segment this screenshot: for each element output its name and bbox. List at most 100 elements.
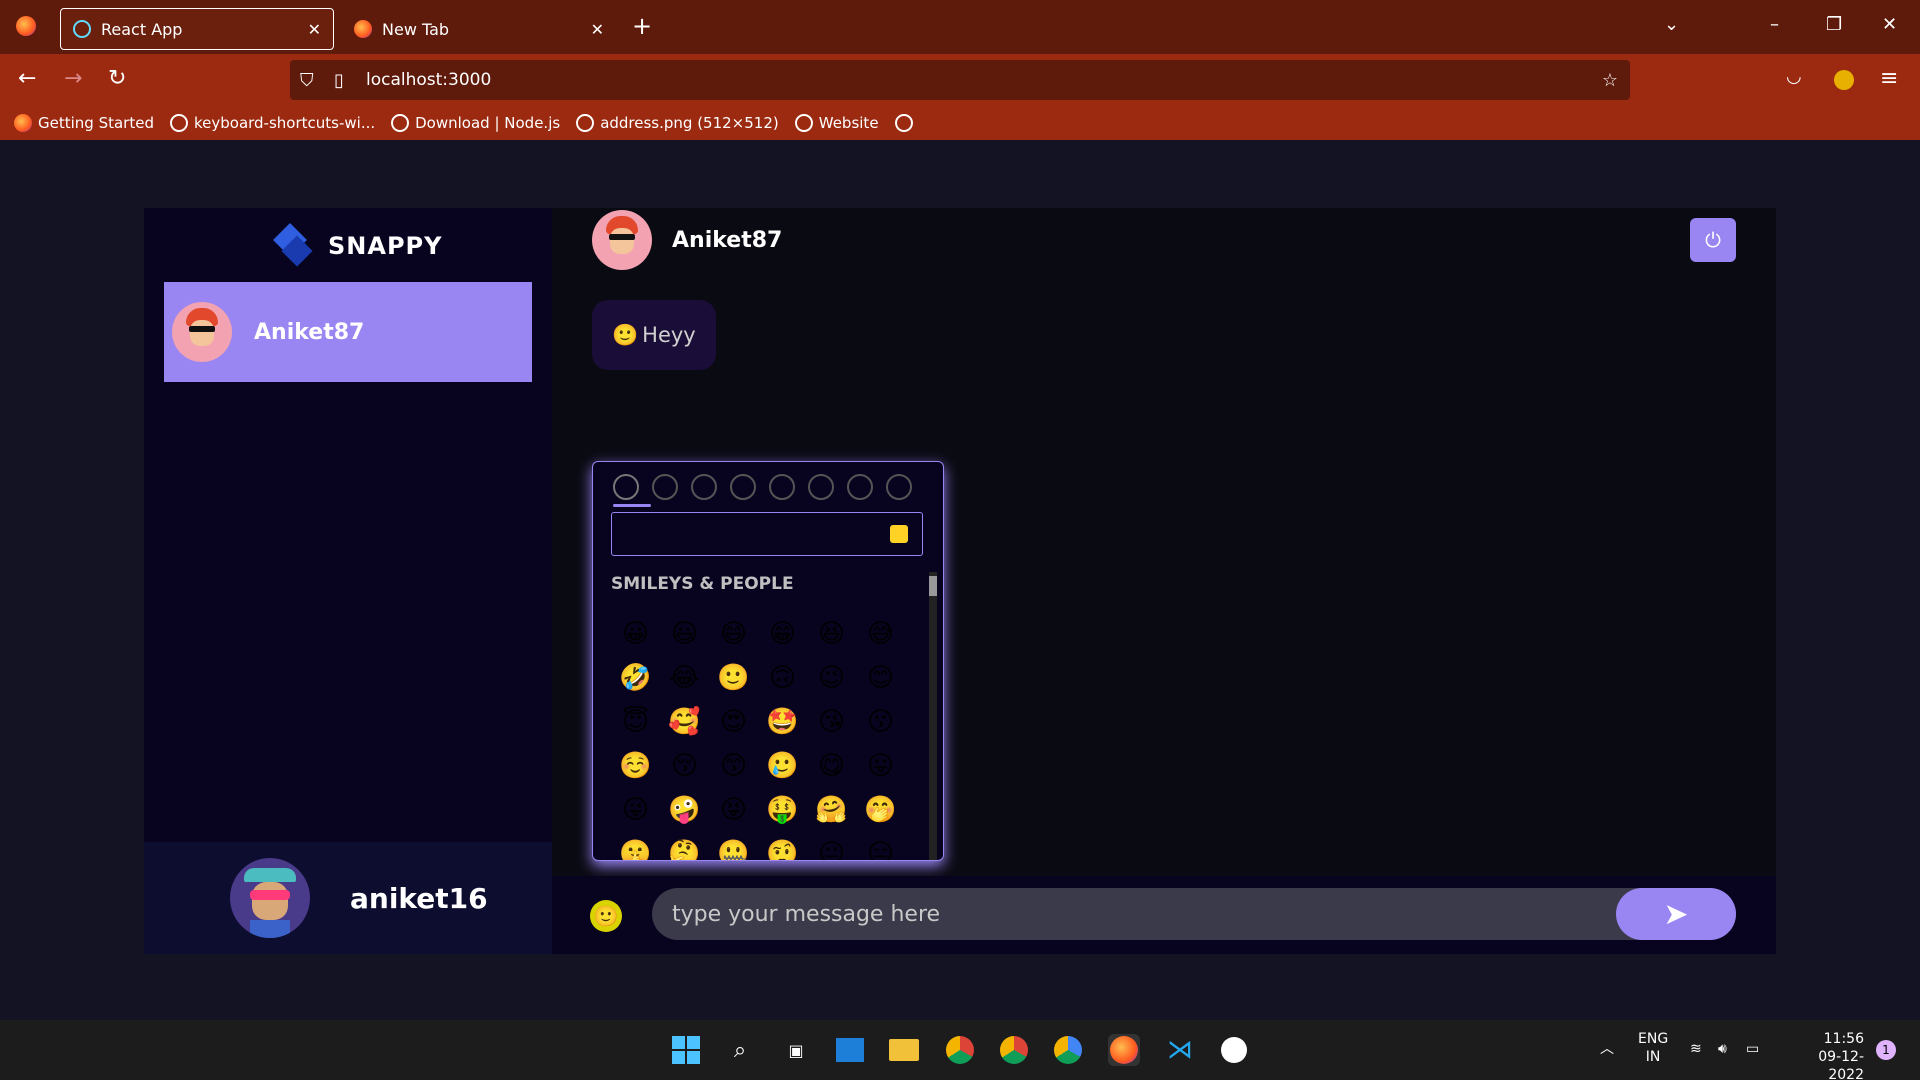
emoji-option[interactable]: 🤪 [660,788,709,832]
close-icon[interactable]: ✕ [591,20,604,39]
vscode-icon[interactable]: ⋊ [1164,1034,1196,1066]
emoji-option[interactable]: 😜 [611,788,660,832]
emoji-search-input[interactable] [611,512,923,556]
chrome-icon[interactable] [944,1034,976,1066]
emoji-option[interactable]: 😛 [856,744,905,788]
task-view-icon[interactable]: ▣ [780,1034,812,1066]
volume-icon[interactable]: 🔊︎ [1718,1040,1727,1058]
language-indicator[interactable]: ENG IN [1638,1030,1668,1066]
bookmark-unnamed[interactable] [894,114,919,132]
emoji-option[interactable]: 🤐 [709,832,758,860]
new-tab-button[interactable]: + [632,12,652,40]
emoji-option[interactable]: 😀 [611,612,660,656]
wifi-icon[interactable]: ≋ [1690,1040,1702,1058]
smileys-category-icon[interactable] [613,474,639,500]
message-input[interactable] [652,888,1736,940]
bookmark-address-png[interactable]: address.png (512×512) [576,114,779,132]
window-close-button[interactable]: ✕ [1882,14,1897,35]
emoji-option[interactable]: 😍 [709,700,758,744]
notification-badge[interactable]: 1 [1876,1040,1896,1060]
emoji-option[interactable]: 🤑 [758,788,807,832]
reload-icon[interactable]: ↻ [108,66,126,91]
emoji-option[interactable]: 😇 [611,700,660,744]
tab-react-app[interactable]: React App ✕ [60,8,334,50]
travel-category-icon[interactable] [730,474,756,500]
logout-button[interactable]: ⏻ [1690,218,1736,262]
food-category-icon[interactable] [691,474,717,500]
chrome-icon[interactable] [1052,1034,1084,1066]
emoji-option[interactable]: ☺️ [611,744,660,788]
show-hidden-icons-chevron-icon[interactable]: ︿ [1600,1040,1614,1058]
emoji-option[interactable]: 😙 [709,744,758,788]
emoji-option[interactable]: 🤫 [611,832,660,860]
chrome-icon[interactable] [998,1034,1030,1066]
emoji-toggle-button[interactable]: 🙂 [590,900,622,932]
emoji-option[interactable]: 😝 [709,788,758,832]
emoji-option[interactable]: 😊 [856,656,905,700]
address-bar[interactable]: ⛉ ▯ localhost:3000 ☆ [290,60,1630,100]
emoji-option[interactable]: 😉 [807,656,856,700]
emoji-option[interactable]: 😅 [856,612,905,656]
emoji-option[interactable]: 😘 [807,700,856,744]
shield-icon[interactable]: ⛉ [300,70,314,91]
brand: SNAPPY [272,223,443,267]
widgets-icon[interactable] [834,1034,866,1066]
emoji-option[interactable]: 🤔 [660,832,709,860]
emoji-option[interactable]: 😚 [660,744,709,788]
emoji-option[interactable]: 🥲 [758,744,807,788]
avatar [172,302,232,362]
flags-category-icon[interactable] [886,474,912,500]
emoji-option[interactable]: 😐 [807,832,856,860]
emoji-option[interactable]: 🥰 [660,700,709,744]
close-icon[interactable]: ✕ [308,20,321,39]
account-icon[interactable] [1834,70,1854,90]
firefox-icon[interactable] [16,16,36,36]
emoji-option[interactable]: 😃 [660,612,709,656]
objects-category-icon[interactable] [808,474,834,500]
smiley-icon: 🙂 [593,904,619,928]
pocket-icon[interactable]: ◡ [1786,66,1802,87]
skin-tone-selector[interactable] [890,525,908,543]
symbols-category-icon[interactable] [847,474,873,500]
emoji-option[interactable]: 😂 [660,656,709,700]
emoji-option[interactable]: 🤭 [856,788,905,832]
bookmark-nodejs[interactable]: Download | Node.js [391,114,560,132]
forward-arrow-icon[interactable]: → [64,66,82,91]
bookmark-getting-started[interactable]: Getting Started [14,114,154,132]
mongodb-compass-icon[interactable] [1218,1034,1250,1066]
bookmark-keyboard-shortcuts[interactable]: keyboard-shortcuts-wi... [169,114,375,132]
windows-start-icon[interactable] [670,1034,702,1066]
battery-icon[interactable]: ▭ [1746,1040,1759,1058]
firefox-icon[interactable] [1108,1034,1140,1066]
picker-scrollbar[interactable] [929,572,937,860]
scrollbar-thumb[interactable] [929,576,937,596]
emoji-option[interactable]: 😁 [758,612,807,656]
restore-button[interactable]: ❐ [1826,14,1842,35]
emoji-option[interactable]: 🤣 [611,656,660,700]
emoji-option[interactable]: 😑 [856,832,905,860]
clock[interactable]: 11:56 09-12-2022 [1788,1030,1864,1080]
activities-category-icon[interactable] [769,474,795,500]
star-icon[interactable]: ☆ [1602,70,1618,91]
emoji-option[interactable]: 😗 [856,700,905,744]
animals-category-icon[interactable] [652,474,678,500]
emoji-option[interactable]: 😄 [709,612,758,656]
search-icon[interactable]: ⌕ [724,1034,756,1066]
menu-icon[interactable]: ≡ [1880,66,1898,91]
emoji-option[interactable]: 😆 [807,612,856,656]
file-explorer-icon[interactable] [888,1034,920,1066]
emoji-option[interactable]: 😋 [807,744,856,788]
tab-new-tab[interactable]: New Tab ✕ [342,8,616,50]
emoji-option[interactable]: 🤨 [758,832,807,860]
contact-item[interactable]: Aniket87 [164,282,532,382]
emoji-option[interactable]: 🙂 [709,656,758,700]
emoji-option[interactable]: 🙃 [758,656,807,700]
tab-label: React App [101,19,183,39]
minimize-button[interactable]: – [1770,14,1779,35]
back-arrow-icon[interactable]: ← [18,66,36,91]
tab-list-chevron-icon[interactable]: ⌄ [1664,14,1679,35]
send-button[interactable]: ➤ [1616,888,1736,940]
emoji-option[interactable]: 🤗 [807,788,856,832]
bookmark-website[interactable]: Website [794,114,879,132]
emoji-option[interactable]: 🤩 [758,700,807,744]
